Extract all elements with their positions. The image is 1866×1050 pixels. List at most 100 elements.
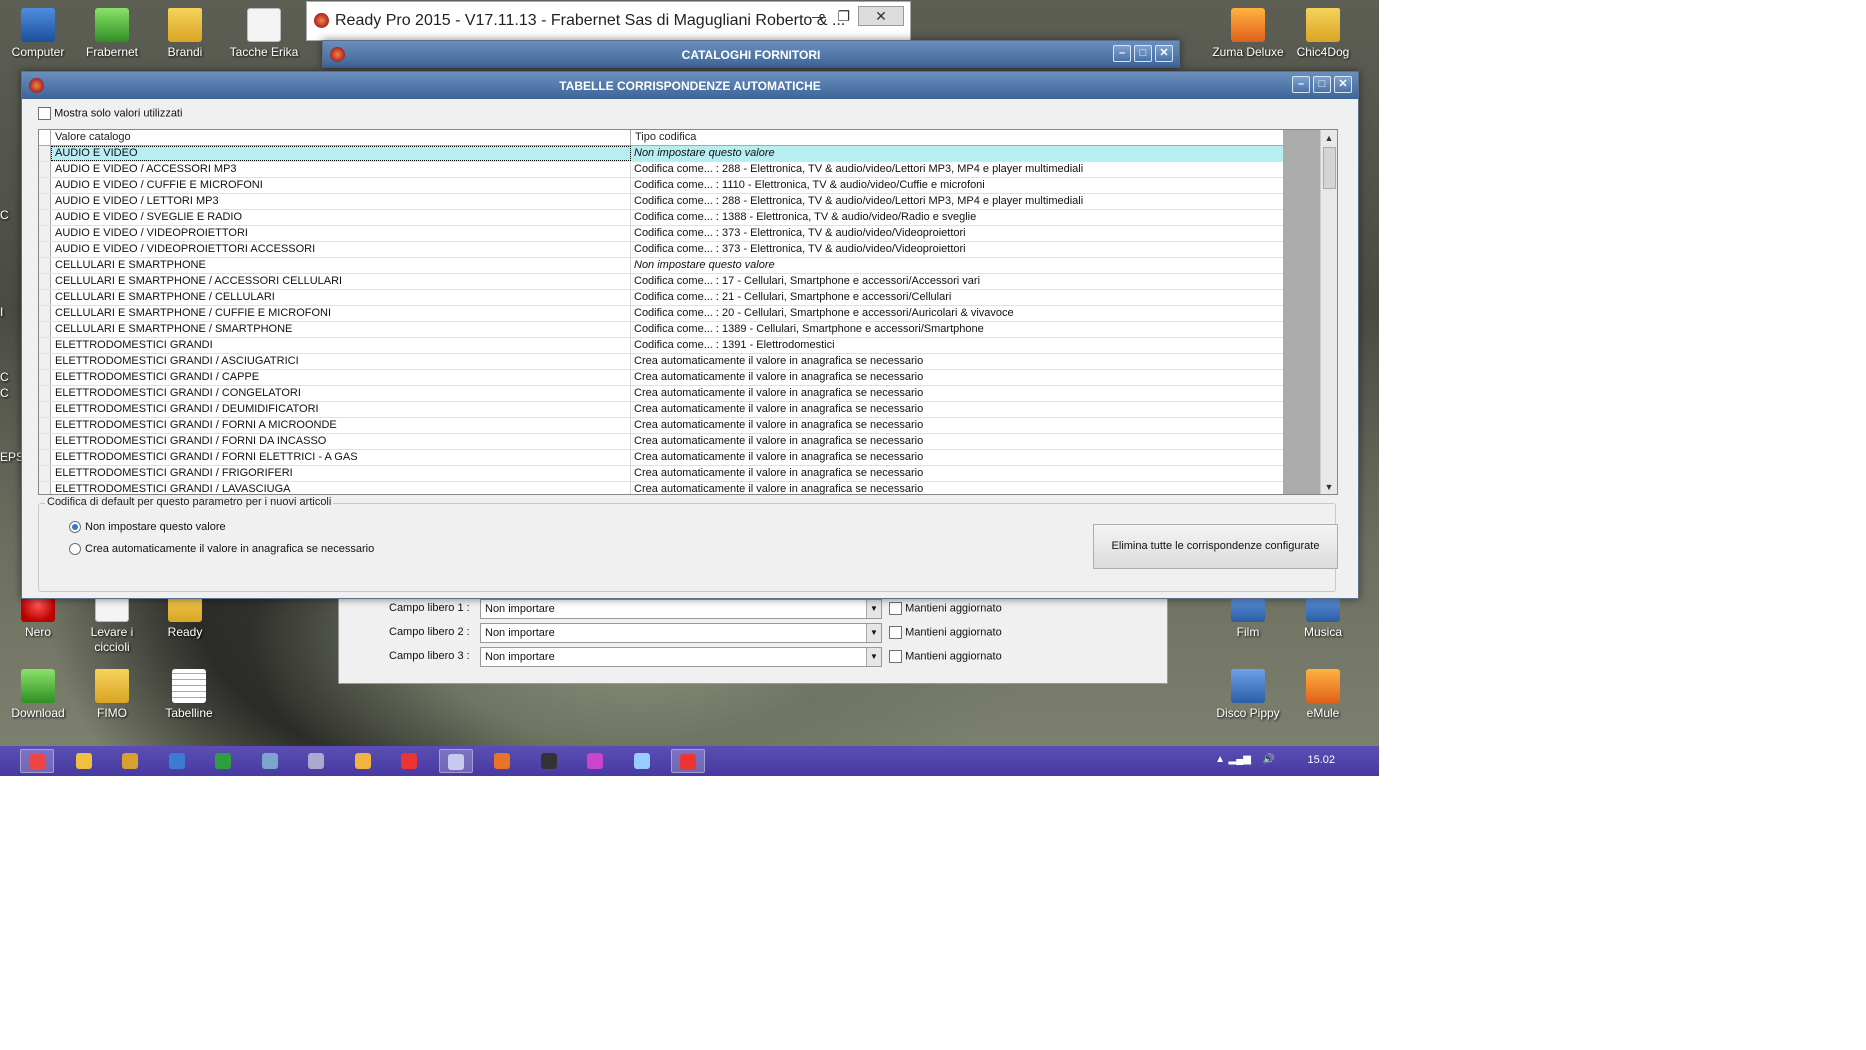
table-row[interactable]: AUDIO E VIDEO / LETTORI MP3 Codifica come… bbox=[39, 194, 1283, 210]
row-selector[interactable] bbox=[39, 306, 51, 321]
table-row[interactable]: ELETTRODOMESTICI GRANDI / FORNI A MICROO… bbox=[39, 418, 1283, 434]
table-row[interactable]: ELETTRODOMESTICI GRANDI / DEUMIDIFICATOR… bbox=[39, 402, 1283, 418]
cell-valore-catalogo[interactable]: AUDIO E VIDEO bbox=[51, 146, 631, 161]
close-button[interactable]: ✕ bbox=[858, 6, 904, 26]
radio-button[interactable] bbox=[69, 543, 81, 556]
table-row[interactable]: CELLULARI E SMARTPHONE / ACCESSORI CELLU… bbox=[39, 274, 1283, 290]
cell-valore-catalogo[interactable]: ELETTRODOMESTICI GRANDI / CAPPE bbox=[51, 370, 631, 385]
cell-valore-catalogo[interactable]: AUDIO E VIDEO / VIDEOPROIETTORI bbox=[51, 226, 631, 241]
cell-tipo-codifica[interactable]: Codifica come... : 373 - Elettronica, TV… bbox=[631, 226, 1283, 241]
row-selector[interactable] bbox=[39, 354, 51, 369]
mantieni-aggiornato[interactable]: Mantieni aggiornato bbox=[889, 626, 1002, 639]
row-selector[interactable] bbox=[39, 146, 51, 161]
cell-tipo-codifica[interactable]: Codifica come... : 288 - Elettronica, TV… bbox=[631, 194, 1283, 209]
cell-tipo-codifica[interactable]: Codifica come... : 288 - Elettronica, TV… bbox=[631, 162, 1283, 177]
catalog-titlebar[interactable]: CATALOGHI FORNITORI – □ ✕ bbox=[323, 41, 1179, 68]
cell-tipo-codifica[interactable]: Codifica come... : 1388 - Elettronica, T… bbox=[631, 210, 1283, 225]
desktop-icon[interactable]: Computer bbox=[0, 8, 77, 60]
taskbar-app-icon[interactable] bbox=[625, 749, 659, 773]
table-row[interactable]: CELLULARI E SMARTPHONE / CELLULARI Codifi… bbox=[39, 290, 1283, 306]
grid-vertical-scrollbar[interactable]: ▲ ▼ bbox=[1320, 130, 1337, 494]
cell-valore-catalogo[interactable]: AUDIO E VIDEO / ACCESSORI MP3 bbox=[51, 162, 631, 177]
dialog-maximize-button[interactable]: □ bbox=[1313, 76, 1331, 93]
mantieni-aggiornato[interactable]: Mantieni aggiornato bbox=[889, 650, 1002, 663]
cell-valore-catalogo[interactable]: AUDIO E VIDEO / CUFFIE E MICROFONI bbox=[51, 178, 631, 193]
row-selector[interactable] bbox=[39, 226, 51, 241]
cell-tipo-codifica[interactable]: Codifica come... : 17 - Cellulari, Smart… bbox=[631, 274, 1283, 289]
catalog-close-button[interactable]: ✕ bbox=[1155, 45, 1173, 62]
radio-crea-automaticamente[interactable]: Crea automaticamente il valore in anagra… bbox=[69, 543, 374, 556]
cell-valore-catalogo[interactable]: CELLULARI E SMARTPHONE / CELLULARI bbox=[51, 290, 631, 305]
cell-valore-catalogo[interactable]: ELETTRODOMESTICI GRANDI / FORNI A MICROO… bbox=[51, 418, 631, 433]
desktop-icon[interactable]: Tacche Erika bbox=[225, 8, 303, 60]
cell-tipo-codifica[interactable]: Codifica come... : 373 - Elettronica, TV… bbox=[631, 242, 1283, 257]
dialog-close-button[interactable]: ✕ bbox=[1334, 76, 1352, 93]
taskbar-app-icon[interactable] bbox=[67, 749, 101, 773]
cell-valore-catalogo[interactable]: ELETTRODOMESTICI GRANDI / DEUMIDIFICATOR… bbox=[51, 402, 631, 417]
scroll-up-arrow-icon[interactable]: ▲ bbox=[1321, 130, 1337, 147]
cell-tipo-codifica[interactable]: Non impostare questo valore bbox=[631, 258, 1283, 273]
row-selector[interactable] bbox=[39, 434, 51, 449]
desktop-icon[interactable]: Tabelline bbox=[150, 669, 228, 721]
taskbar-app-icon[interactable] bbox=[113, 749, 147, 773]
row-selector[interactable] bbox=[39, 290, 51, 305]
taskbar-app-icon[interactable] bbox=[20, 749, 54, 773]
taskbar-clock[interactable]: 15.02 bbox=[1307, 754, 1335, 766]
taskbar-app-icon[interactable] bbox=[299, 749, 333, 773]
row-selector[interactable] bbox=[39, 466, 51, 481]
row-selector[interactable] bbox=[39, 210, 51, 225]
cell-tipo-codifica[interactable]: Crea automaticamente il valore in anagra… bbox=[631, 418, 1283, 433]
cell-tipo-codifica[interactable]: Crea automaticamente il valore in anagra… bbox=[631, 434, 1283, 449]
desktop-icon[interactable]: Disco Pippy bbox=[1209, 669, 1287, 721]
mantieni-checkbox[interactable] bbox=[889, 602, 902, 615]
desktop-icon[interactable]: Chic4Dog bbox=[1284, 8, 1362, 60]
delete-all-button[interactable]: Elimina tutte le corrispondenze configur… bbox=[1093, 524, 1338, 569]
cell-tipo-codifica[interactable]: Crea automaticamente il valore in anagra… bbox=[631, 370, 1283, 385]
campo-libero-select[interactable]: Non importare ▼ bbox=[480, 599, 882, 619]
cell-tipo-codifica[interactable]: Non impostare questo valore bbox=[631, 146, 1283, 161]
cell-tipo-codifica[interactable]: Crea automaticamente il valore in anagra… bbox=[631, 386, 1283, 401]
chevron-down-icon[interactable]: ▼ bbox=[866, 624, 881, 642]
cell-tipo-codifica[interactable]: Codifica come... : 1389 - Cellulari, Sma… bbox=[631, 322, 1283, 337]
table-row[interactable]: AUDIO E VIDEO / VIDEOPROIETTORI Codifica … bbox=[39, 226, 1283, 242]
table-row[interactable]: CELLULARI E SMARTPHONE / SMARTPHONE Codif… bbox=[39, 322, 1283, 338]
cell-tipo-codifica[interactable]: Codifica come... : 1110 - Elettronica, T… bbox=[631, 178, 1283, 193]
mantieni-aggiornato[interactable]: Mantieni aggiornato bbox=[889, 602, 1002, 615]
cell-tipo-codifica[interactable]: Codifica come... : 21 - Cellulari, Smart… bbox=[631, 290, 1283, 305]
volume-icon[interactable]: 🔊 bbox=[1263, 754, 1275, 765]
taskbar-app-icon[interactable] bbox=[160, 749, 194, 773]
cell-valore-catalogo[interactable]: ELETTRODOMESTICI GRANDI / FORNI DA INCAS… bbox=[51, 434, 631, 449]
cell-valore-catalogo[interactable]: ELETTRODOMESTICI GRANDI / CONGELATORI bbox=[51, 386, 631, 401]
row-selector[interactable] bbox=[39, 338, 51, 353]
chevron-down-icon[interactable]: ▼ bbox=[866, 648, 881, 666]
mantieni-checkbox[interactable] bbox=[889, 650, 902, 663]
row-selector[interactable] bbox=[39, 370, 51, 385]
cell-tipo-codifica[interactable]: Crea automaticamente il valore in anagra… bbox=[631, 402, 1283, 417]
table-row[interactable]: ELETTRODOMESTICI GRANDI / ASCIUGATRICI Cr… bbox=[39, 354, 1283, 370]
row-selector[interactable] bbox=[39, 162, 51, 177]
column-header-tipo[interactable]: Tipo codifica bbox=[631, 130, 1283, 145]
table-row[interactable]: AUDIO E VIDEO / VIDEOPROIETTORI ACCESSOR… bbox=[39, 242, 1283, 258]
radio-button-selected[interactable] bbox=[69, 521, 81, 534]
table-row[interactable]: ELETTRODOMESTICI GRANDI Codifica come... … bbox=[39, 338, 1283, 354]
dialog-minimize-button[interactable]: – bbox=[1292, 76, 1310, 93]
scroll-down-arrow-icon[interactable]: ▼ bbox=[1321, 479, 1337, 494]
taskbar-app-icon[interactable] bbox=[346, 749, 380, 773]
column-header-valore[interactable]: Valore catalogo bbox=[51, 130, 631, 145]
radio-non-impostare[interactable]: Non impostare questo valore bbox=[69, 521, 226, 534]
cell-valore-catalogo[interactable]: ELETTRODOMESTICI GRANDI / FORNI ELETTRIC… bbox=[51, 450, 631, 465]
restore-button[interactable]: ❐ bbox=[837, 8, 850, 25]
cell-valore-catalogo[interactable]: ELETTRODOMESTICI GRANDI / FRIGORIFERI bbox=[51, 466, 631, 481]
cell-valore-catalogo[interactable]: CELLULARI E SMARTPHONE bbox=[51, 258, 631, 273]
taskbar-app-icon[interactable] bbox=[438, 749, 473, 773]
cell-valore-catalogo[interactable]: CELLULARI E SMARTPHONE / SMARTPHONE bbox=[51, 322, 631, 337]
row-selector[interactable] bbox=[39, 274, 51, 289]
corrispondenze-grid[interactable]: Valore catalogo Tipo codifica AUDIO E VI… bbox=[38, 129, 1338, 495]
row-selector[interactable] bbox=[39, 386, 51, 401]
desktop-icon[interactable]: eMule bbox=[1284, 669, 1362, 721]
row-selector[interactable] bbox=[39, 258, 51, 273]
taskbar-app-icon[interactable] bbox=[532, 749, 566, 773]
show-used-checkbox[interactable] bbox=[38, 107, 51, 120]
campo-libero-select[interactable]: Non importare ▼ bbox=[480, 647, 882, 667]
cell-tipo-codifica[interactable]: Crea automaticamente il valore in anagra… bbox=[631, 466, 1283, 481]
